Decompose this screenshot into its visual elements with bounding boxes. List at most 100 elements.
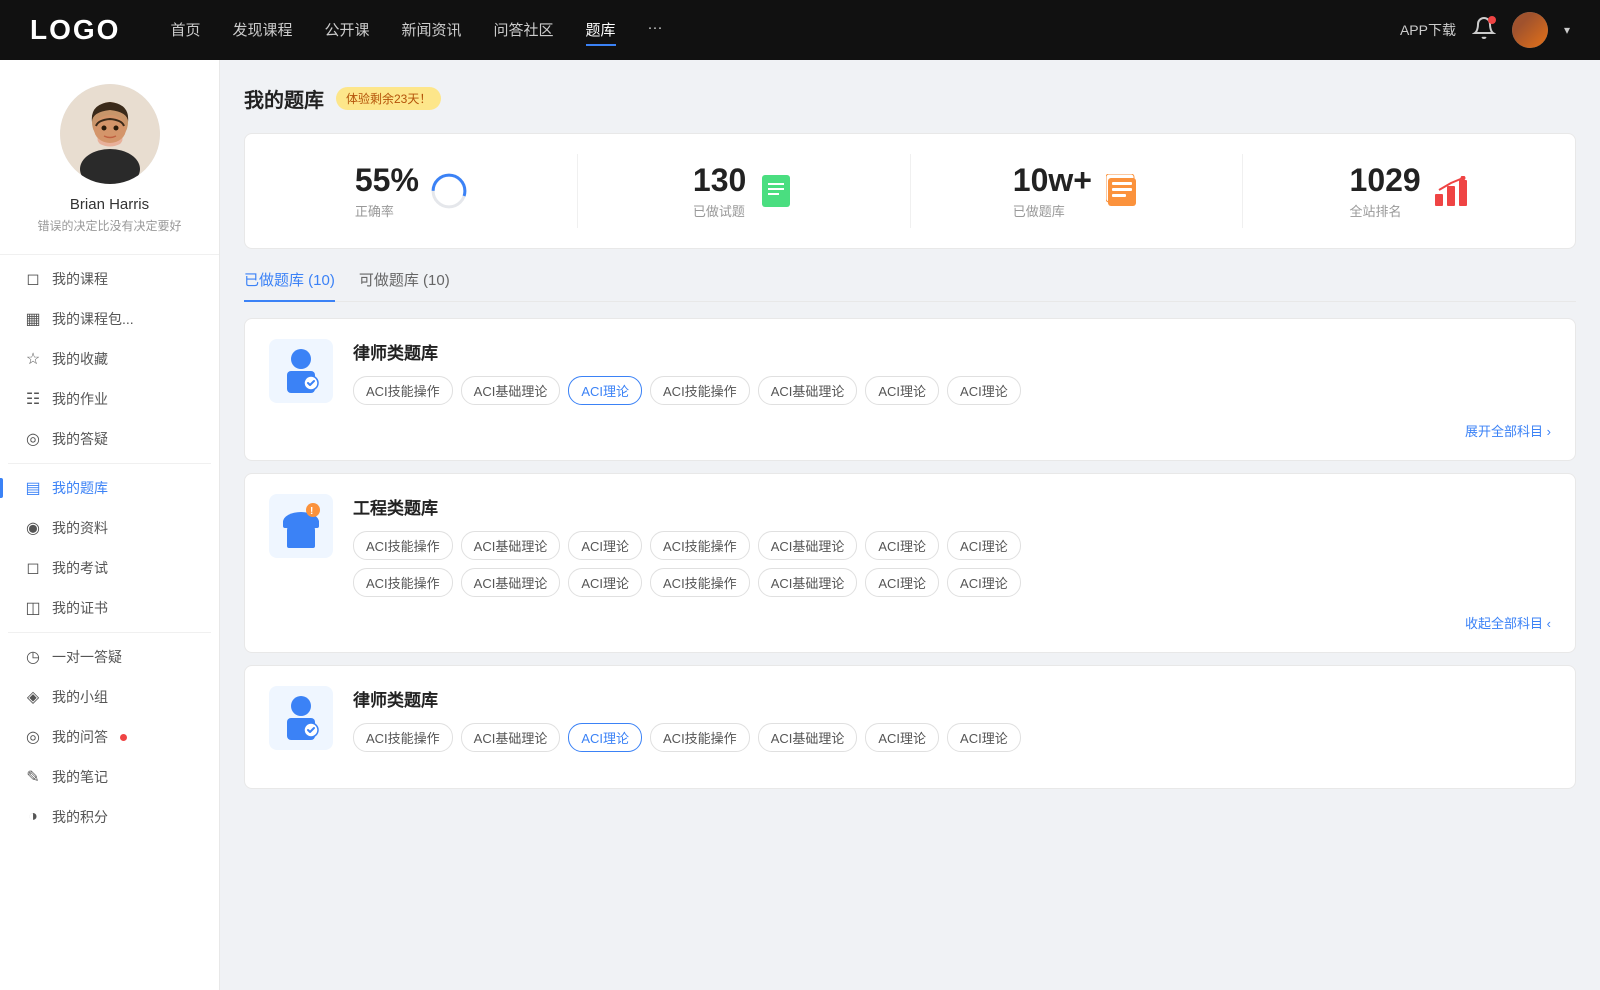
- qbank-card-2-header: ! 工程类题库 ACI技能操作 ACI基础理论 ACI理论 ACI技能操作 AC…: [269, 494, 1551, 597]
- tag-2-10[interactable]: ACI技能操作: [650, 568, 750, 597]
- nav-home[interactable]: 首页: [170, 15, 200, 46]
- qbank-card-1-icon: [269, 339, 333, 403]
- nav-discover[interactable]: 发现课程: [232, 15, 292, 46]
- tag-2-5[interactable]: ACI理论: [865, 531, 939, 560]
- tag-3-6[interactable]: ACI理论: [947, 723, 1021, 752]
- sidebar-item-course[interactable]: ◻ 我的课程: [8, 259, 211, 299]
- sidebar-divider-2: [8, 632, 211, 633]
- tag-2-8[interactable]: ACI基础理论: [461, 568, 561, 597]
- sidebar-item-certificate[interactable]: ◫ 我的证书: [8, 588, 211, 628]
- nav-right: APP下载 ▾: [1400, 12, 1570, 48]
- collapse-btn-2[interactable]: 收起全部科目: [1465, 613, 1551, 632]
- tag-1-0[interactable]: ACI技能操作: [353, 376, 453, 405]
- tag-2-7[interactable]: ACI技能操作: [353, 568, 453, 597]
- user-menu-arrow[interactable]: ▾: [1564, 23, 1570, 37]
- stat-done-questions-number: 130 已做试题: [693, 162, 746, 220]
- stat-accuracy: 55% 正确率: [245, 154, 578, 228]
- tag-2-6[interactable]: ACI理论: [947, 531, 1021, 560]
- sidebar-item-qa[interactable]: ◎ 我的答疑: [8, 419, 211, 459]
- tag-3-5[interactable]: ACI理论: [865, 723, 939, 752]
- qbank-card-2-tags-row1: ACI技能操作 ACI基础理论 ACI理论 ACI技能操作 ACI基础理论 AC…: [353, 531, 1551, 560]
- sidebar-item-tutoring[interactable]: ◷ 一对一答疑: [8, 637, 211, 677]
- tag-1-2[interactable]: ACI理论: [568, 376, 642, 405]
- nav-menu: 首页 发现课程 公开课 新闻资讯 问答社区 题库 ···: [170, 15, 1400, 46]
- sidebar-item-favorites[interactable]: ☆ 我的收藏: [8, 339, 211, 379]
- app-download-link[interactable]: APP下载: [1400, 20, 1456, 40]
- nav-opencourse[interactable]: 公开课: [324, 15, 369, 46]
- page-header: 我的题库 体验剩余23天！: [244, 84, 1576, 113]
- qa-icon: ◎: [24, 429, 42, 449]
- qbank-icon: ▤: [24, 478, 42, 498]
- tag-3-1[interactable]: ACI基础理论: [461, 723, 561, 752]
- tag-2-4[interactable]: ACI基础理论: [758, 531, 858, 560]
- sidebar-item-group[interactable]: ◈ 我的小组: [8, 677, 211, 717]
- qbank-card-3-icon: [269, 686, 333, 750]
- sidebar-item-questions[interactable]: ◎ 我的问答: [8, 717, 211, 757]
- tag-2-1[interactable]: ACI基础理论: [461, 531, 561, 560]
- homework-icon: ☷: [24, 389, 42, 409]
- tag-1-5[interactable]: ACI理论: [865, 376, 939, 405]
- stat-accuracy-number: 55% 正确率: [355, 162, 419, 220]
- rank-icon: [1433, 173, 1469, 209]
- sidebar-item-notes[interactable]: ✎ 我的笔记: [8, 757, 211, 797]
- tag-2-12[interactable]: ACI理论: [865, 568, 939, 597]
- tag-2-13[interactable]: ACI理论: [947, 568, 1021, 597]
- sidebar-item-exam[interactable]: ◻ 我的考试: [8, 548, 211, 588]
- tag-3-0[interactable]: ACI技能操作: [353, 723, 453, 752]
- qbank-card-2-footer: 收起全部科目: [269, 613, 1551, 632]
- stat-done-questions: 130 已做试题: [578, 154, 911, 228]
- stat-rank: 1029 全站排名: [1243, 154, 1575, 228]
- active-indicator: [0, 478, 3, 498]
- tag-1-1[interactable]: ACI基础理论: [461, 376, 561, 405]
- tag-2-0[interactable]: ACI技能操作: [353, 531, 453, 560]
- stat-done-banks: 10w+ 已做题库: [911, 154, 1244, 228]
- tag-1-4[interactable]: ACI基础理论: [758, 376, 858, 405]
- nav-more[interactable]: ···: [648, 15, 663, 46]
- expand-btn-1[interactable]: 展开全部科目: [1465, 421, 1551, 440]
- tag-2-11[interactable]: ACI基础理论: [758, 568, 858, 597]
- tab-done-banks[interactable]: 已做题库 (10): [244, 269, 335, 302]
- favorites-icon: ☆: [24, 349, 42, 369]
- nav-qbank[interactable]: 题库: [586, 15, 616, 46]
- tabs-row: 已做题库 (10) 可做题库 (10): [244, 269, 1576, 302]
- main-content: 我的题库 体验剩余23天！ 55% 正确率: [220, 60, 1600, 990]
- logo: LOGO: [30, 14, 120, 46]
- notes-icon: ✎: [24, 767, 42, 787]
- sidebar-item-points[interactable]: ◑ 我的积分: [8, 797, 211, 837]
- notification-dot: [1488, 16, 1496, 24]
- tag-1-6[interactable]: ACI理论: [947, 376, 1021, 405]
- done-questions-icon: [758, 173, 794, 209]
- stat-done-banks-number: 10w+ 已做题库: [1013, 162, 1092, 220]
- qbank-card-1-header: 律师类题库 ACI技能操作 ACI基础理论 ACI理论 ACI技能操作 ACI基…: [269, 339, 1551, 405]
- user-avatar[interactable]: [1512, 12, 1548, 48]
- tag-2-3[interactable]: ACI技能操作: [650, 531, 750, 560]
- tag-1-3[interactable]: ACI技能操作: [650, 376, 750, 405]
- qbank-card-1: 律师类题库 ACI技能操作 ACI基础理论 ACI理论 ACI技能操作 ACI基…: [244, 318, 1576, 461]
- nav-qa[interactable]: 问答社区: [494, 15, 554, 46]
- tab-available-banks[interactable]: 可做题库 (10): [359, 269, 450, 302]
- sidebar-item-homework[interactable]: ☷ 我的作业: [8, 379, 211, 419]
- sidebar-item-qbank[interactable]: ▤ 我的题库: [8, 468, 211, 508]
- tag-3-2[interactable]: ACI理论: [568, 723, 642, 752]
- sidebar-divider-mid: [8, 463, 211, 464]
- qbank-card-1-footer: 展开全部科目: [269, 421, 1551, 440]
- notification-bell[interactable]: [1472, 16, 1496, 45]
- qbank-card-2-content: 工程类题库 ACI技能操作 ACI基础理论 ACI理论 ACI技能操作 ACI基…: [353, 494, 1551, 597]
- qbank-card-1-title: 律师类题库: [353, 339, 1551, 364]
- qbank-card-2-title: 工程类题库: [353, 494, 1551, 519]
- nav-news[interactable]: 新闻资讯: [402, 15, 462, 46]
- tag-3-3[interactable]: ACI技能操作: [650, 723, 750, 752]
- certificate-icon: ◫: [24, 598, 42, 618]
- group-icon: ◈: [24, 687, 42, 707]
- sidebar-item-coursepack[interactable]: ▦ 我的课程包...: [8, 299, 211, 339]
- tag-2-2[interactable]: ACI理论: [568, 531, 642, 560]
- stats-card: 55% 正确率 130 已做试题: [244, 133, 1576, 249]
- page-title: 我的题库: [244, 84, 324, 113]
- qbank-card-3-title: 律师类题库: [353, 686, 1551, 711]
- svg-text:!: !: [310, 506, 313, 517]
- qbank-card-2: ! 工程类题库 ACI技能操作 ACI基础理论 ACI理论 ACI技能操作 AC…: [244, 473, 1576, 653]
- profile-icon: ◉: [24, 518, 42, 538]
- tag-2-9[interactable]: ACI理论: [568, 568, 642, 597]
- tag-3-4[interactable]: ACI基础理论: [758, 723, 858, 752]
- sidebar-item-profile[interactable]: ◉ 我的资料: [8, 508, 211, 548]
